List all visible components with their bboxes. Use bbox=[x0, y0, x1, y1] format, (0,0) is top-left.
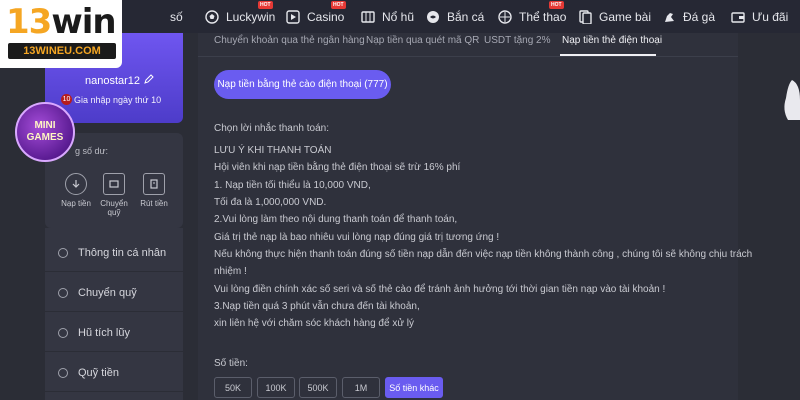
note-line: 1. Nạp tiền tối thiểu là 10,000 VND, bbox=[214, 180, 371, 191]
fund-icon bbox=[58, 367, 68, 378]
withdraw-label: Rút tiền bbox=[140, 199, 168, 208]
payment-tabs: Chuyển khoản qua thẻ ngân hàng Nạp tiền … bbox=[198, 33, 738, 57]
transfer-icon bbox=[103, 173, 125, 195]
amount-other-button[interactable]: Số tiền khác bbox=[385, 377, 443, 398]
balance-label: g số dư: bbox=[75, 146, 109, 156]
play-icon bbox=[285, 9, 301, 25]
tab-qr[interactable]: Nạp tiền qua quét mã QR bbox=[366, 35, 479, 46]
jar-icon bbox=[58, 327, 68, 338]
rooster-icon bbox=[661, 9, 677, 25]
nav-label: Đá gà bbox=[683, 9, 716, 24]
deposit-panel: Chuyển khoản qua thẻ ngân hàng Nạp tiền … bbox=[198, 33, 752, 400]
nav-item-ban-ca[interactable]: Bắn cá bbox=[425, 0, 484, 33]
note-line: Nếu không thực hiện thanh toán đúng số t… bbox=[214, 249, 753, 260]
menu-item-profile[interactable]: Thông tin cá nhân bbox=[45, 234, 183, 272]
amount-label: Số tiền: bbox=[214, 358, 248, 369]
tab-usdt[interactable]: USDT tặng 2% bbox=[484, 35, 551, 46]
nav-item-lottery[interactable]: số bbox=[170, 0, 183, 33]
deposit-action[interactable]: Nạp tiền bbox=[57, 173, 95, 208]
deposit-label: Nạp tiền bbox=[61, 199, 91, 208]
wallet-icon bbox=[730, 9, 746, 25]
level-badge: 10 bbox=[61, 94, 72, 105]
amount-500k-button[interactable]: 500K bbox=[299, 377, 337, 398]
join-info: 10 Gia nhập ngày thứ 10 bbox=[61, 94, 161, 105]
sport-icon bbox=[497, 9, 513, 25]
withdraw-icon bbox=[143, 173, 165, 195]
phone-card-method-button[interactable]: Nạp tiền bằng thẻ cào điện thoại (777) bbox=[214, 70, 391, 99]
note-line: Vui lòng điền chính xác số seri và số th… bbox=[214, 284, 666, 295]
note-line: nhiệm ! bbox=[214, 266, 247, 277]
menu-label: Hũ tích lũy bbox=[78, 326, 130, 339]
nav-item-da-ga[interactable]: Đá gà bbox=[661, 0, 715, 33]
note-line: Giá trị thẻ nạp là bao nhiêu vui lòng nạ… bbox=[214, 232, 500, 243]
nav-item-the-thao[interactable]: Thể thao HOT bbox=[497, 0, 566, 33]
nav-label: Luckywin bbox=[226, 9, 276, 24]
logo-brand: 13win bbox=[6, 2, 117, 42]
minigames-line1: MINI bbox=[34, 120, 56, 131]
user-icon bbox=[58, 247, 68, 258]
soccer-ball-icon bbox=[204, 9, 220, 25]
nav-label: số bbox=[170, 9, 183, 24]
amount-100k-button[interactable]: 100K bbox=[257, 377, 295, 398]
menu-item-jackpot[interactable]: Hũ tích lũy bbox=[45, 314, 183, 352]
amount-1m-button[interactable]: 1M bbox=[342, 377, 380, 398]
active-tab-indicator bbox=[560, 54, 656, 56]
fish-icon bbox=[425, 9, 441, 25]
deposit-icon bbox=[65, 173, 87, 195]
logo-domain: 13WINEU.COM bbox=[8, 43, 116, 59]
minigames-line2: GAMES bbox=[26, 132, 64, 143]
support-widget[interactable] bbox=[780, 70, 800, 188]
account-menu: Thông tin cá nhân Chuyển quỹ Hũ tích lũy… bbox=[45, 228, 183, 400]
hot-badge: HOT bbox=[549, 1, 564, 9]
hot-badge: HOT bbox=[331, 1, 346, 9]
logo[interactable]: 13win 13WINEU.COM bbox=[0, 0, 122, 68]
minigames-button[interactable]: MINI GAMES bbox=[15, 102, 75, 162]
nav-item-luckywin[interactable]: Luckywin HOT bbox=[204, 0, 275, 33]
menu-label: Thông tin cá nhân bbox=[78, 246, 167, 259]
amount-50k-button[interactable]: 50K bbox=[214, 377, 252, 398]
transfer-icon bbox=[58, 287, 68, 298]
menu-item-transfer[interactable]: Chuyển quỹ bbox=[45, 274, 183, 312]
note-line: Hội viên khi nạp tiền bằng thẻ điện thoạ… bbox=[214, 162, 461, 173]
transfer-label: Chuyển quỹ bbox=[100, 199, 128, 217]
logo-word: win bbox=[51, 2, 116, 42]
edit-icon[interactable] bbox=[144, 74, 154, 87]
note-line: 2.Vui lòng làm theo nội dung thanh toán … bbox=[214, 214, 458, 225]
choose-label: Chọn lời nhắc thanh toán: bbox=[214, 123, 329, 134]
note-line: 3.Nạp tiền quá 3 phút vẫn chưa đến tài k… bbox=[214, 301, 420, 312]
withdraw-action[interactable]: Rút tiền bbox=[135, 173, 173, 208]
logo-number: 13 bbox=[6, 2, 52, 42]
nav-item-no-hu[interactable]: Nổ hũ bbox=[360, 0, 414, 33]
menu-item-fund[interactable]: Quỹ tiền bbox=[45, 354, 183, 392]
nav-label: Bắn cá bbox=[447, 9, 485, 24]
hot-badge: HOT bbox=[258, 1, 273, 9]
menu-label: Chuyển quỹ bbox=[78, 286, 137, 299]
username: nanostar12 bbox=[85, 74, 154, 87]
slot-icon bbox=[360, 9, 376, 25]
note-line: Tối đa là 1,000,000 VND. bbox=[214, 197, 327, 208]
menu-label: Quỹ tiền bbox=[78, 366, 119, 379]
nav-label: Casino bbox=[307, 9, 345, 24]
nav-item-uu-dai[interactable]: Ưu đãi bbox=[730, 0, 788, 33]
transfer-action[interactable]: Chuyển quỹ bbox=[95, 173, 133, 217]
cards-icon bbox=[577, 9, 593, 25]
join-text: Gia nhập ngày thứ 10 bbox=[74, 94, 162, 105]
nav-label: Nổ hũ bbox=[382, 9, 415, 24]
tab-phone-card[interactable]: Nạp tiền thẻ điện thoại bbox=[562, 35, 662, 46]
nav-label: Game bài bbox=[599, 9, 652, 24]
tab-bank-transfer[interactable]: Chuyển khoản qua thẻ ngân hàng bbox=[214, 35, 365, 46]
nav-item-game-bai[interactable]: Game bài bbox=[577, 0, 651, 33]
nav-item-casino[interactable]: Casino HOT bbox=[285, 0, 346, 33]
nav-label: Ưu đãi bbox=[752, 9, 789, 24]
username-text: nanostar12 bbox=[85, 74, 141, 87]
nav-label: Thể thao bbox=[519, 9, 567, 24]
note-line: xin liên hệ với chăm sóc khách hàng để x… bbox=[214, 318, 415, 329]
note-line: LƯU Ý KHI THANH TOÁN bbox=[214, 145, 332, 156]
